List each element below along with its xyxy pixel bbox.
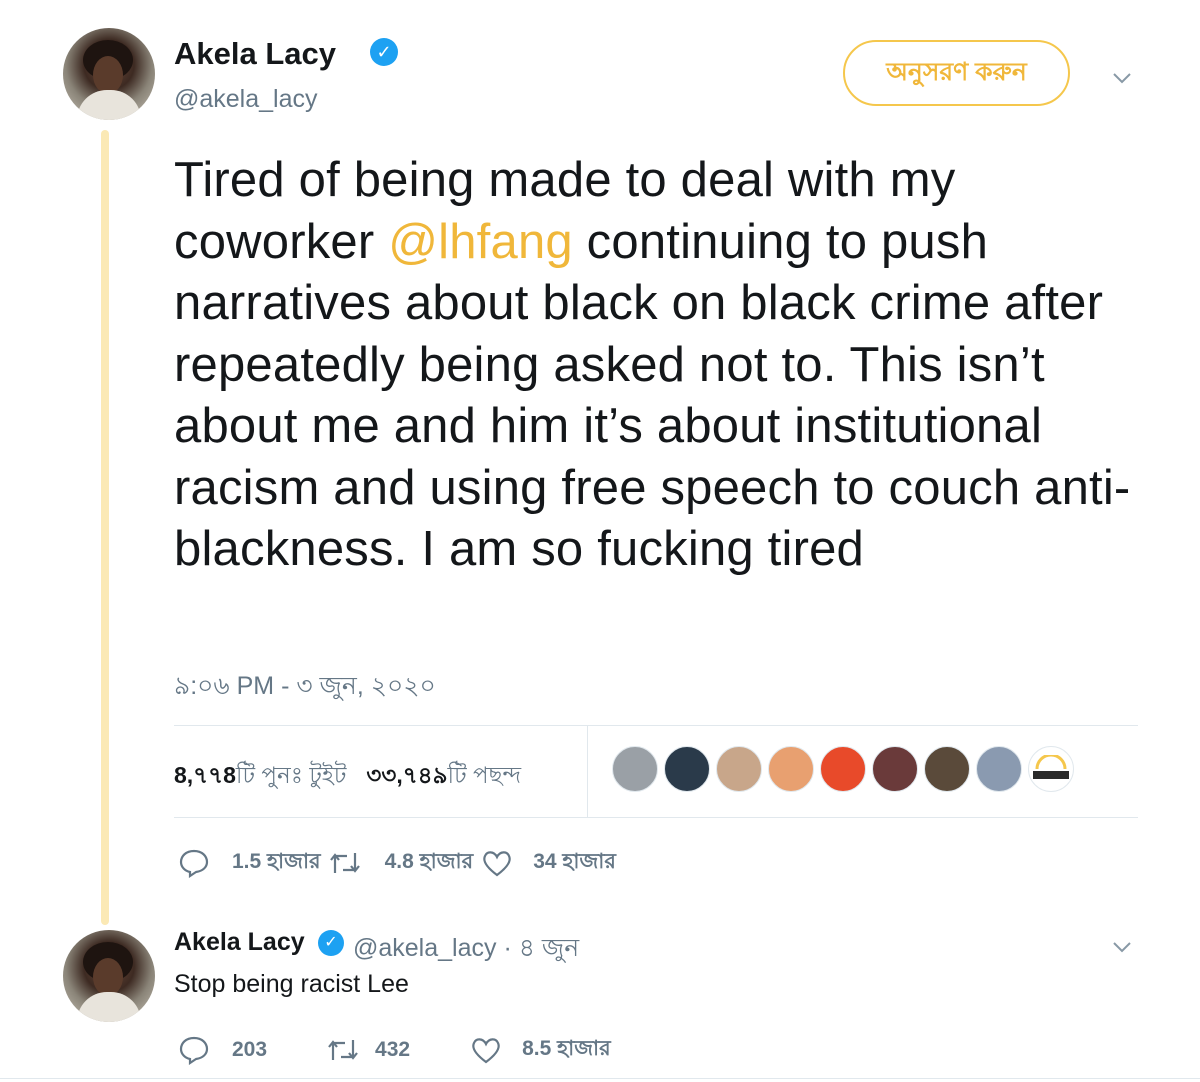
reply-count: 1.5 হাজার xyxy=(232,850,321,873)
divider xyxy=(174,817,1138,818)
reply-button[interactable] xyxy=(178,1035,210,1065)
reply-text: Stop being racist Lee xyxy=(174,970,409,998)
heart-icon xyxy=(472,1037,500,1063)
liker-avatar[interactable] xyxy=(664,746,710,792)
reply-meta[interactable]: @akela_lacy · ৪ জুন xyxy=(353,928,579,971)
podcast-logo-icon xyxy=(1033,755,1069,779)
tweet-page: Akela Lacy ✓ @akela_lacy অনুসরণ করুন Tir… xyxy=(0,0,1200,1082)
like-label[interactable]: টি পছন্দ xyxy=(448,762,522,788)
liker-avatar[interactable] xyxy=(924,746,970,792)
like-count-action: 8.5 হাজার xyxy=(522,1037,611,1060)
tweet-text: Tired of being made to deal with my cowo… xyxy=(174,150,1164,581)
like-count-action: 34 হাজার xyxy=(533,850,616,873)
retweet-button[interactable] xyxy=(325,1036,361,1064)
retweet-count: 4.8 হাজার xyxy=(384,850,474,873)
author-handle[interactable]: @akela_lacy xyxy=(174,85,318,114)
tweet-actions: 1.5 হাজার 4.8 হাজার 34 হাজার xyxy=(178,845,616,880)
retweet-count: 432 xyxy=(375,1037,411,1061)
liker-avatar[interactable] xyxy=(820,746,866,792)
chevron-down-icon[interactable] xyxy=(1112,68,1132,88)
liker-logo-avatar[interactable] xyxy=(1028,746,1074,792)
retweet-label[interactable]: টি পুনঃ টুইট xyxy=(236,762,347,788)
tweet-timestamp[interactable]: ৯:০৬ PM - ৩ জুন, ২০২০ xyxy=(174,666,436,709)
retweet-count[interactable]: 8,৭৭8 xyxy=(174,762,236,788)
tweet-stats: 8,৭৭8টি পুনঃ টুইট ৩৩,৭৪৯টি পছন্দ xyxy=(174,757,521,796)
follow-button[interactable]: অনুসরণ করুন xyxy=(843,40,1070,106)
liker-avatars xyxy=(612,746,1074,794)
like-button[interactable] xyxy=(481,848,513,878)
verified-badge-icon: ✓ xyxy=(370,38,398,66)
divider xyxy=(0,1078,1200,1079)
retweet-icon xyxy=(329,852,360,873)
liker-avatar[interactable] xyxy=(716,746,762,792)
author-avatar[interactable] xyxy=(63,28,155,120)
reply-author-avatar[interactable] xyxy=(63,930,155,1022)
mention-link[interactable]: @lhfang xyxy=(388,215,573,269)
like-button[interactable] xyxy=(470,1035,502,1065)
divider xyxy=(174,725,1138,726)
liker-avatar[interactable] xyxy=(976,746,1022,792)
thread-connector-line xyxy=(101,130,109,925)
reply-button[interactable] xyxy=(178,848,210,878)
liker-avatar[interactable] xyxy=(612,746,658,792)
stats-separator xyxy=(587,726,588,818)
like-count[interactable]: ৩৩,৭৪৯ xyxy=(366,762,447,788)
reply-author-name[interactable]: Akela Lacy xyxy=(174,928,305,957)
retweet-button[interactable] xyxy=(327,849,363,877)
heart-icon xyxy=(483,850,511,876)
reply-icon xyxy=(179,849,209,878)
reply-actions: 203 432 8.5 হাজার xyxy=(178,1032,611,1067)
liker-avatar[interactable] xyxy=(872,746,918,792)
liker-avatar[interactable] xyxy=(768,746,814,792)
reply-count: 203 xyxy=(232,1037,268,1061)
author-name[interactable]: Akela Lacy xyxy=(174,36,336,72)
verified-badge-icon: ✓ xyxy=(318,930,344,956)
reply-icon xyxy=(179,1036,209,1065)
chevron-down-icon[interactable] xyxy=(1112,937,1132,957)
retweet-icon xyxy=(328,1039,358,1060)
